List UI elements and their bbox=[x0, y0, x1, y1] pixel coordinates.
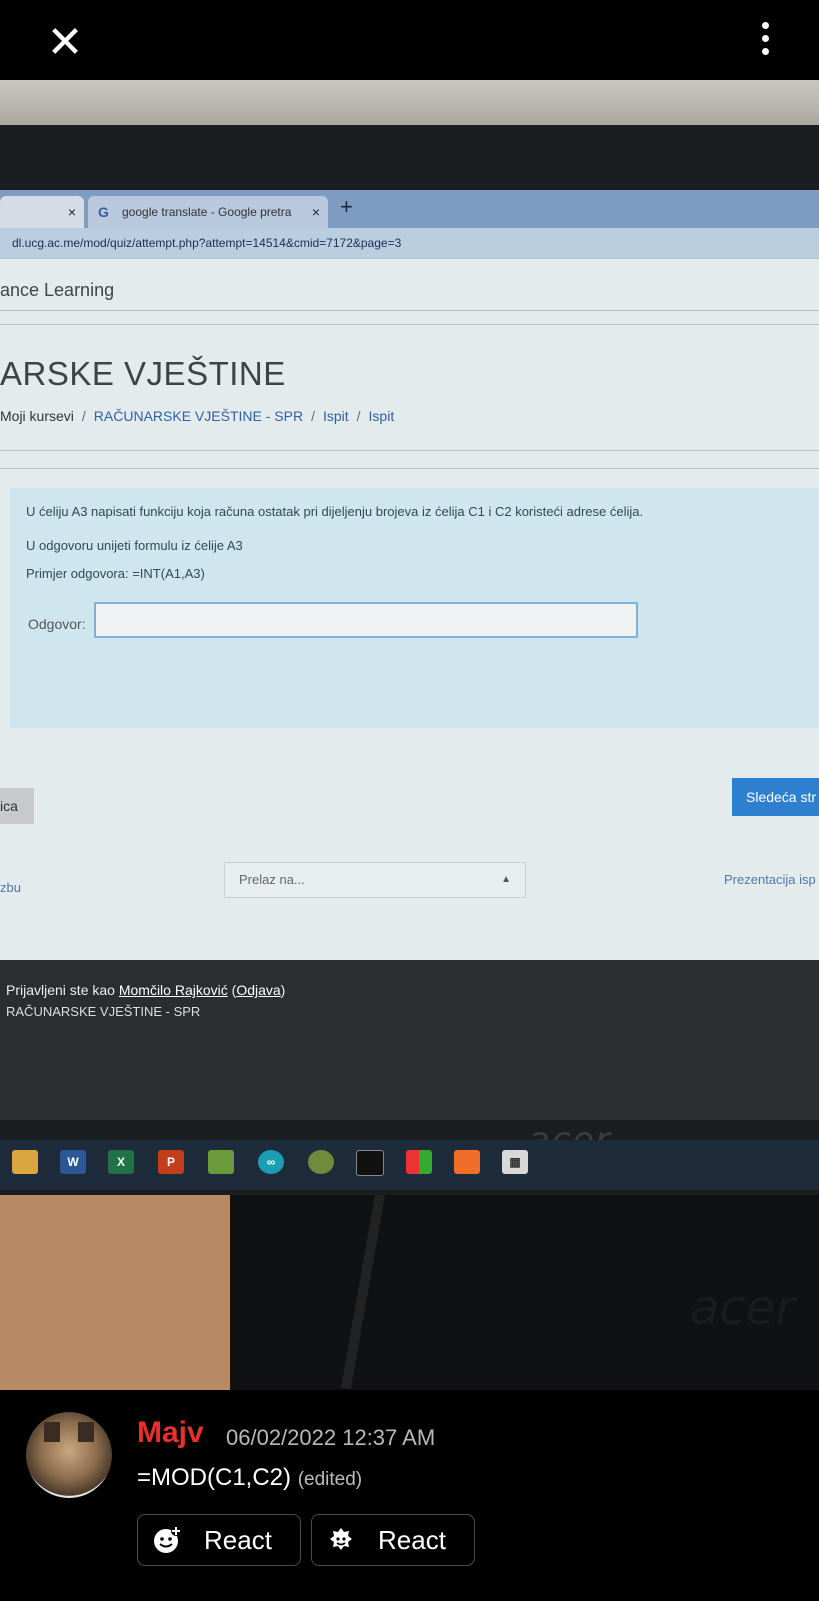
excel-icon[interactable]: X bbox=[108, 1150, 134, 1174]
user-link[interactable]: Momčilo Rajković bbox=[119, 982, 228, 998]
course-title: ARSKE VJEŠTINE bbox=[0, 355, 286, 392]
monitor-brand-reflection: acer bbox=[690, 1280, 796, 1336]
monitor-screen: × G google translate - Google pretra × +… bbox=[0, 190, 819, 1120]
divider bbox=[0, 258, 819, 259]
new-tab-button[interactable]: + bbox=[340, 194, 353, 220]
photo: acer acer × G google translate - Google … bbox=[0, 80, 819, 1390]
divider bbox=[0, 310, 819, 311]
breadcrumb-sep: / bbox=[356, 408, 361, 424]
question-text: U ćeliju A3 napisati funkciju koja račun… bbox=[26, 504, 644, 519]
breadcrumb-sep: / bbox=[81, 408, 86, 424]
close-icon[interactable]: ✕ bbox=[40, 18, 90, 68]
divider bbox=[0, 324, 819, 325]
tab-title: google translate - Google pretra bbox=[122, 205, 292, 219]
powerpoint-icon[interactable]: P bbox=[158, 1150, 184, 1174]
wall bbox=[0, 80, 819, 130]
message-text: =MOD(C1,C2) (edited) bbox=[137, 1464, 362, 1492]
url-text: dl.ucg.ac.me/mod/quiz/attempt.php?attemp… bbox=[12, 236, 402, 250]
site-name[interactable]: ance Learning bbox=[0, 280, 114, 301]
tab-close-icon[interactable]: × bbox=[312, 196, 320, 228]
breadcrumb-exam[interactable]: Ispit bbox=[323, 408, 349, 424]
browser-tab-google[interactable]: G google translate - Google pretra × bbox=[88, 196, 328, 228]
message-panel: Majv 06/02/2022 12:37 AM =MOD(C1,C2) (ed… bbox=[0, 1390, 819, 1601]
windows-taskbar: W X P ∞ ▦ bbox=[0, 1140, 819, 1190]
google-icon: G bbox=[98, 204, 109, 220]
browser-tab-bar: × G google translate - Google pretra × + bbox=[0, 190, 819, 228]
nav-prev-link[interactable]: zbu bbox=[0, 880, 21, 895]
answer-example: Primjer odgovora: =INT(A1,A3) bbox=[26, 566, 205, 581]
breadcrumb-my-courses[interactable]: Moji kursevi bbox=[0, 408, 74, 424]
logged-in-info: Prijavljeni ste kao Momčilo Rajković (Od… bbox=[6, 982, 285, 998]
previous-page-button[interactable]: ica bbox=[0, 788, 34, 824]
message-username[interactable]: Majv bbox=[137, 1416, 204, 1450]
react-button-label: React bbox=[204, 1525, 272, 1555]
page-footer: Prijavljeni ste kao Momčilo Rajković (Od… bbox=[0, 960, 819, 1120]
divider bbox=[0, 450, 819, 451]
next-page-button[interactable]: Sledeća str bbox=[732, 778, 819, 816]
answer-label: Odgovor: bbox=[28, 616, 86, 632]
breadcrumb-sep: / bbox=[311, 408, 315, 424]
terminal-icon[interactable] bbox=[356, 1150, 384, 1176]
message-timestamp: 06/02/2022 12:37 AM bbox=[226, 1425, 436, 1450]
tab-close-icon[interactable]: × bbox=[68, 196, 76, 228]
logout-link[interactable]: Odjava bbox=[236, 982, 280, 998]
emoji-add-icon bbox=[154, 1526, 181, 1553]
breadcrumb: Moji kursevi / RAČUNARSKE VJEŠTINE - SPR / I… bbox=[0, 408, 394, 424]
edited-tag: (edited) bbox=[297, 1469, 363, 1490]
arduino-icon[interactable]: ∞ bbox=[258, 1150, 284, 1174]
footer-course[interactable]: RAČUNARSKE VJEŠTINE - SPR bbox=[6, 1004, 200, 1019]
image-app-icon[interactable] bbox=[208, 1150, 234, 1174]
viewer-top-bar: ✕ bbox=[0, 0, 819, 80]
divider bbox=[0, 468, 819, 469]
file-explorer-icon[interactable] bbox=[12, 1150, 38, 1174]
logout-close: ) bbox=[280, 982, 286, 998]
browser-tab[interactable]: × bbox=[0, 196, 84, 228]
windows-store-icon[interactable] bbox=[406, 1150, 432, 1174]
jump-to-select[interactable]: Prelaz na... ▲ bbox=[224, 862, 526, 898]
question-instruction: U odgovoru unijeti formulu iz ćelije A3 bbox=[26, 538, 243, 553]
jump-to-value: Prelaz na... bbox=[239, 872, 305, 887]
avatar[interactable] bbox=[26, 1412, 112, 1498]
calculator-icon[interactable]: ▦ bbox=[502, 1150, 528, 1174]
message-body: =MOD(C1,C2) bbox=[137, 1464, 292, 1491]
nav-next-link[interactable]: Prezentacija isp bbox=[724, 872, 816, 887]
super-reaction-icon bbox=[330, 1528, 352, 1550]
breadcrumb-exam-current[interactable]: Ispit bbox=[369, 408, 395, 424]
react-button[interactable]: React bbox=[137, 1514, 301, 1566]
select-arrows-icon: ▲ bbox=[501, 874, 511, 885]
address-bar[interactable]: dl.ucg.ac.me/mod/quiz/attempt.php?attemp… bbox=[0, 228, 819, 258]
super-react-button[interactable]: React bbox=[311, 1514, 475, 1566]
more-vertical-icon[interactable] bbox=[755, 22, 775, 62]
logged-in-prefix: Prijavljeni ste kao bbox=[6, 982, 119, 998]
breadcrumb-course[interactable]: RAČUNARSKE VJEŠTINE - SPR bbox=[94, 408, 303, 424]
moodle-page: ance Learning ARSKE VJEŠTINE Moji kursev… bbox=[0, 258, 819, 1120]
android-studio-icon[interactable] bbox=[308, 1150, 334, 1174]
answer-input[interactable] bbox=[94, 602, 638, 638]
question-box: U ćeliju A3 napisati funkciju koja račun… bbox=[10, 488, 819, 728]
xampp-icon[interactable] bbox=[454, 1150, 480, 1174]
super-react-button-label: React bbox=[378, 1525, 446, 1555]
word-icon[interactable]: W bbox=[60, 1150, 86, 1174]
